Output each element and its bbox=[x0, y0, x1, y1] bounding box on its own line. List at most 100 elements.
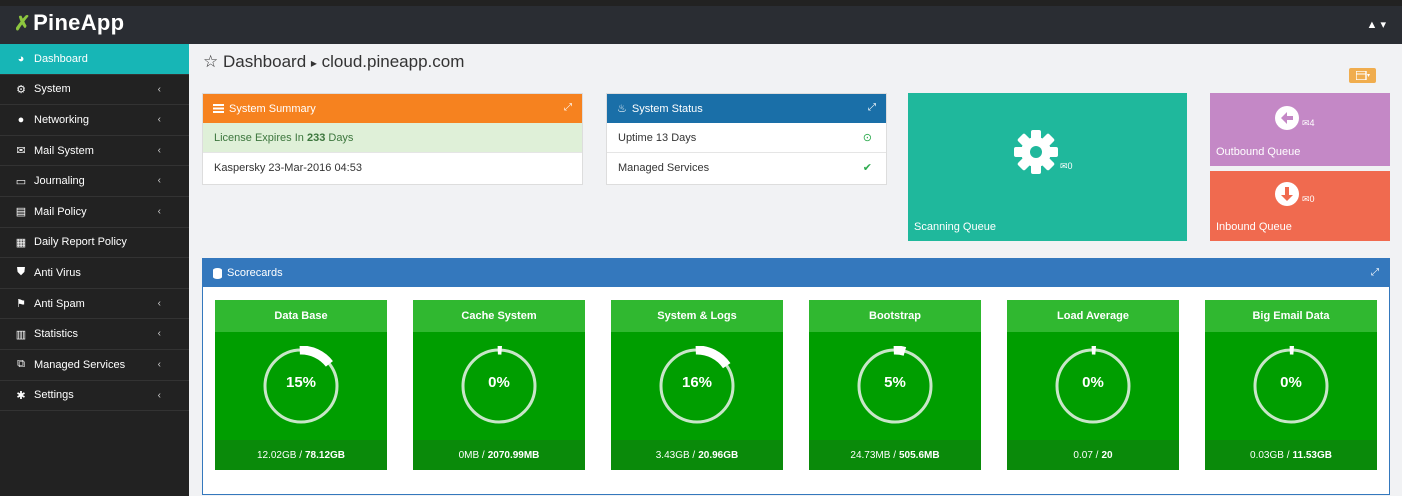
inbound-queue-label: Inbound Queue bbox=[1216, 221, 1292, 233]
usage-used: 0MB bbox=[458, 449, 480, 461]
usage-separator: / bbox=[890, 449, 896, 461]
uptime-text: Uptime 13 Days bbox=[618, 131, 697, 144]
chevron-left-icon: ‹ bbox=[157, 175, 161, 187]
cogs-icon: ⚙ bbox=[16, 83, 26, 96]
usage-total: 2070.99MB bbox=[487, 449, 540, 461]
managed-services-row: Managed Services ✔ bbox=[607, 153, 886, 183]
usage-used: 0.07 bbox=[1073, 449, 1093, 461]
main-content: ☆ Dashboard ▸ cloud.pineapp.com System S… bbox=[189, 44, 1402, 496]
outbound-queue-label: Outbound Queue bbox=[1216, 146, 1301, 158]
list-icon bbox=[213, 104, 224, 113]
scorecard-cache-system: Cache System 0% 0MB /2070.99MB bbox=[413, 300, 585, 470]
usage-separator: / bbox=[1283, 449, 1290, 461]
clock-icon: ⊙ bbox=[862, 132, 872, 144]
gauge-percent: 0% bbox=[1280, 374, 1302, 391]
usage-gauge: 5% bbox=[854, 345, 936, 427]
scorecard-usage: 3.43GB /20.96GB bbox=[611, 440, 783, 470]
file-icon: ▤ bbox=[15, 206, 27, 219]
sidebar-item-label: Journaling bbox=[34, 175, 85, 188]
envelope-icon: ✉ bbox=[16, 145, 26, 158]
sidebar: ◕ Dashboard ⚙ System ‹ ● Networking ‹ ✉ Mail Syst… bbox=[0, 44, 189, 496]
sidebar-item-anti-spam[interactable]: ⚑ Anti Spam ‹ bbox=[0, 289, 189, 320]
scorecard-usage: 24.73MB /505.6MB bbox=[809, 440, 981, 470]
usage-total: 505.6MB bbox=[899, 449, 940, 461]
system-summary-panel: System Summary ⤢ License Expires In 233 … bbox=[202, 93, 583, 185]
dashboard-icon: ◕ bbox=[17, 52, 25, 65]
chevron-left-icon: ‹ bbox=[157, 328, 161, 340]
favorite-star-icon[interactable]: ☆ bbox=[203, 52, 218, 71]
license-days: 233 bbox=[306, 131, 326, 144]
chevron-left-icon: ‹ bbox=[157, 144, 161, 156]
scorecard-title: Data Base bbox=[215, 300, 387, 332]
usage-used: 24.73MB bbox=[850, 449, 891, 461]
page-title: Dashboard bbox=[222, 52, 307, 71]
outbound-queue-tile[interactable]: ✉4 Outbound Queue bbox=[1210, 93, 1390, 166]
expand-icon[interactable]: ⤢ bbox=[1371, 267, 1379, 278]
sidebar-item-mail-policy[interactable]: ▤ Mail Policy ‹ bbox=[0, 197, 189, 228]
scorecard-title: Load Average bbox=[1007, 300, 1179, 332]
bar-chart-icon: ▥ bbox=[15, 328, 27, 341]
kaspersky-text: Kaspersky 23-Mar-2016 04:53 bbox=[214, 162, 362, 174]
sidebar-item-label: Daily Report Policy bbox=[34, 236, 127, 249]
expand-icon[interactable]: ⤢ bbox=[564, 102, 572, 113]
sidebar-item-label: Anti Virus bbox=[34, 266, 81, 279]
sidebar-item-mail-system[interactable]: ✉ Mail System ‹ bbox=[0, 136, 189, 167]
inbound-queue-tile[interactable]: ✉0 Inbound Queue bbox=[1210, 171, 1390, 241]
arrow-left-circle-icon bbox=[1275, 106, 1299, 130]
database-icon bbox=[213, 267, 222, 279]
chevron-left-icon: ‹ bbox=[157, 358, 161, 370]
usage-total: 78.12GB bbox=[305, 449, 346, 461]
gauge-percent: 0% bbox=[488, 374, 510, 391]
gear-icon: ✱ bbox=[16, 389, 26, 402]
sidebar-item-statistics[interactable]: ▥ Statistics ‹ bbox=[0, 319, 189, 350]
usage-separator: / bbox=[1092, 449, 1099, 461]
gauge-percent: 16% bbox=[681, 374, 713, 391]
sidebar-item-settings[interactable]: ✱ Settings ‹ bbox=[0, 381, 189, 412]
sidebar-item-label: Settings bbox=[34, 389, 74, 402]
scorecard-title: System & Logs bbox=[611, 300, 783, 332]
expand-icon[interactable]: ⤢ bbox=[868, 102, 876, 113]
arrow-down-circle-icon bbox=[1275, 182, 1299, 206]
usage-total: 20.96GB bbox=[698, 449, 739, 461]
usage-gauge: 0% bbox=[458, 345, 540, 427]
gear-icon bbox=[1014, 130, 1058, 174]
sidebar-item-system[interactable]: ⚙ System ‹ bbox=[0, 75, 189, 106]
sidebar-item-label: Anti Spam bbox=[34, 297, 85, 310]
usage-gauge: 16% bbox=[656, 345, 738, 427]
sidebar-item-label: Networking bbox=[34, 113, 90, 126]
scanning-queue-tile[interactable]: ✉0 Scanning Queue bbox=[908, 93, 1187, 241]
top-navbar: ✗PineApp ▲ ▾ bbox=[0, 6, 1402, 44]
usage-used: 3.43GB bbox=[655, 449, 690, 461]
scorecard-bootstrap: Bootstrap 5% 24.73MB /505.6MB bbox=[809, 300, 981, 470]
sidebar-item-networking[interactable]: ● Networking ‹ bbox=[0, 105, 189, 136]
sidebar-item-label: Mail Policy bbox=[34, 205, 87, 218]
stethoscope-icon: ♨ bbox=[617, 103, 627, 115]
logo-text: PineApp bbox=[33, 10, 125, 35]
chevron-left-icon: ‹ bbox=[157, 114, 161, 126]
kaspersky-row: Kaspersky 23-Mar-2016 04:53 bbox=[203, 153, 582, 183]
pineapp-logo[interactable]: ✗PineApp bbox=[14, 10, 124, 36]
sidebar-item-journaling[interactable]: ▭ Journaling ‹ bbox=[0, 166, 189, 197]
scorecard-usage: 0MB /2070.99MB bbox=[413, 440, 585, 470]
sidebar-item-daily-report-policy[interactable]: ▦ Daily Report Policy bbox=[0, 228, 189, 259]
usage-gauge: 0% bbox=[1250, 345, 1332, 427]
sidebar-item-label: Statistics bbox=[34, 328, 79, 341]
sitemap-icon: ⧉ bbox=[17, 358, 25, 371]
sidebar-item-anti-virus[interactable]: ⛊ Anti Virus bbox=[0, 258, 189, 289]
scorecard-usage: 12.02GB /78.12GB bbox=[215, 440, 387, 470]
usage-total: 20 bbox=[1101, 449, 1113, 461]
license-suffix: Days bbox=[328, 131, 354, 144]
layout-toggle-button[interactable] bbox=[1349, 68, 1376, 83]
license-row: License Expires In 233 Days bbox=[203, 123, 582, 153]
usage-gauge: 15% bbox=[260, 345, 342, 427]
check-icon: ✔ bbox=[862, 162, 872, 174]
user-menu-button[interactable]: ▲ ▾ bbox=[1367, 18, 1386, 31]
system-status-panel: ♨ System Status ⤢ Uptime 13 Days ⊙ Manag… bbox=[606, 93, 887, 185]
sidebar-item-dashboard[interactable]: ◕ Dashboard bbox=[0, 44, 189, 75]
scorecard-title: Cache System bbox=[413, 300, 585, 332]
sidebar-item-label: System bbox=[34, 83, 71, 96]
layout-grid-icon bbox=[1355, 71, 1370, 80]
globe-icon: ● bbox=[17, 113, 25, 126]
usage-used: 0.03GB bbox=[1250, 449, 1284, 461]
sidebar-item-managed-services[interactable]: ⧉ Managed Services ‹ bbox=[0, 350, 189, 381]
